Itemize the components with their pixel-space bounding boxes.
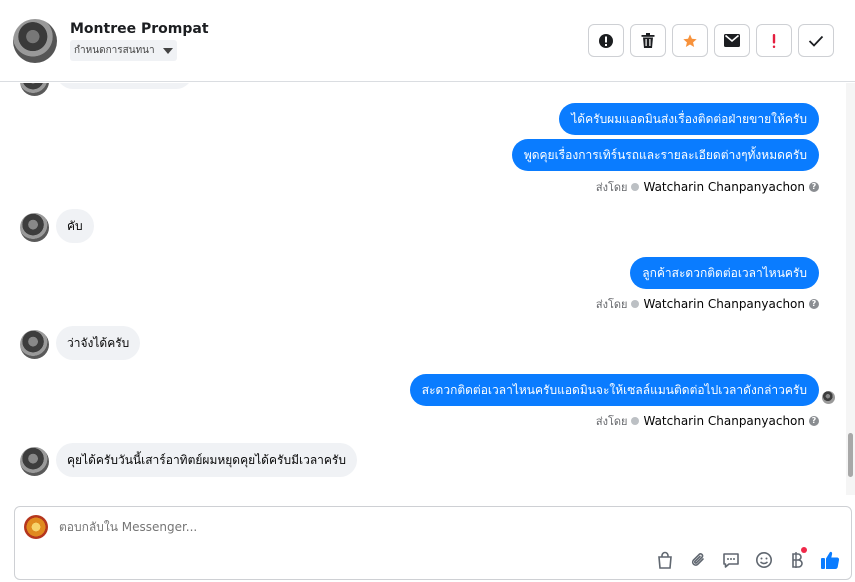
outgoing-message-bubble[interactable]: ลูกค้าสะดวกติดต่อเวลาไหนครับ: [630, 257, 819, 289]
thumbs-up-icon: [821, 551, 840, 569]
contact-avatar[interactable]: [13, 19, 57, 63]
sent-by-label: ส่งโดย Watcharin Chanpanyachon ?: [596, 178, 819, 196]
conversation-settings-dropdown[interactable]: กำหนดการสนทนา: [70, 40, 177, 61]
help-icon[interactable]: ?: [809, 416, 819, 426]
scrollbar-thumb[interactable]: [848, 433, 853, 477]
attach-button[interactable]: [687, 549, 709, 571]
page-badge-icon: [631, 183, 640, 191]
emoji-icon: [756, 552, 772, 568]
sent-by-label: ส่งโดย Watcharin Chanpanyachon ?: [596, 412, 819, 430]
mark-done-button[interactable]: [798, 24, 834, 57]
incoming-message-bubble[interactable]: คับ: [56, 209, 94, 243]
saved-replies-icon: [723, 553, 739, 568]
contact-avatar-small: [20, 83, 49, 96]
help-icon[interactable]: ?: [809, 299, 819, 309]
reply-composer: [14, 506, 852, 580]
contact-avatar-small[interactable]: [20, 330, 49, 359]
products-button[interactable]: [654, 549, 676, 571]
paperclip-icon: [691, 553, 704, 566]
check-icon: [808, 35, 824, 47]
spam-icon: [599, 33, 613, 48]
conversation-settings-label: กำหนดการสนทนา: [74, 45, 155, 56]
follow-up-button[interactable]: [756, 24, 792, 57]
help-icon[interactable]: ?: [809, 182, 819, 192]
payment-button[interactable]: [786, 547, 808, 571]
sent-by-prefix: ส่งโดย: [595, 298, 628, 311]
trash-icon: [641, 33, 655, 48]
incoming-message-bubble[interactable]: ว่าจังได้ครับ: [56, 326, 141, 360]
sent-by-prefix: ส่งโดย: [595, 415, 628, 428]
message-thread: ได้ครับผมแอดมินส่งเรื่องติดต่อฝ่ายขายให้…: [0, 83, 845, 495]
conversation-header: Montree Prompat กำหนดการสนทนา: [0, 0, 855, 82]
contact-avatar-small[interactable]: [20, 447, 49, 476]
baht-payment-icon: [792, 552, 803, 568]
contact-name[interactable]: Montree Prompat: [70, 21, 209, 37]
saved-replies-button[interactable]: [720, 549, 742, 571]
star-button[interactable]: [672, 24, 708, 57]
incoming-message-bubble[interactable]: คุยได้ครับวันนี้เสาร์อาทิตย์ผมหยุดคุยได้…: [56, 443, 357, 477]
page-avatar: [24, 515, 48, 539]
composer-toolbar: [654, 547, 841, 571]
seen-indicator-avatar: [822, 391, 835, 404]
emoji-button[interactable]: [753, 549, 775, 571]
star-icon: [683, 33, 697, 47]
conversation-toolbar: [588, 24, 834, 57]
mark-unread-button[interactable]: [714, 24, 750, 57]
contact-avatar-small[interactable]: [20, 213, 49, 242]
mark-spam-button[interactable]: [588, 24, 624, 57]
delete-button[interactable]: [630, 24, 666, 57]
notification-dot: [801, 547, 807, 553]
page-badge-icon: [631, 300, 640, 308]
shopping-bag-icon: [658, 551, 672, 569]
outgoing-message-bubble[interactable]: สะดวกติดต่อเวลาไหนครับแอดมินจะให้เซลล์แม…: [409, 374, 819, 406]
outgoing-message-bubble[interactable]: พูดคุยเรื่องการเทิร์นรถและรายละเอียดต่าง…: [511, 139, 819, 171]
caret-down-icon: [162, 47, 173, 54]
reply-input[interactable]: [59, 520, 559, 534]
exclamation-icon: [772, 33, 776, 48]
sent-by-label: ส่งโดย Watcharin Chanpanyachon ?: [596, 295, 819, 313]
outgoing-message-bubble[interactable]: ได้ครับผมแอดมินส่งเรื่องติดต่อฝ่ายขายให้…: [559, 103, 819, 135]
page-badge-icon: [631, 417, 640, 425]
sent-by-prefix: ส่งโดย: [595, 181, 628, 194]
sender-name[interactable]: Watcharin Chanpanyachon: [643, 414, 805, 428]
sender-name[interactable]: Watcharin Chanpanyachon: [643, 297, 805, 311]
thread-scrollbar[interactable]: [846, 83, 855, 495]
incoming-message-bubble: [56, 83, 193, 89]
envelope-icon: [724, 34, 740, 47]
sender-name[interactable]: Watcharin Chanpanyachon: [643, 180, 805, 194]
like-button[interactable]: [819, 549, 841, 571]
